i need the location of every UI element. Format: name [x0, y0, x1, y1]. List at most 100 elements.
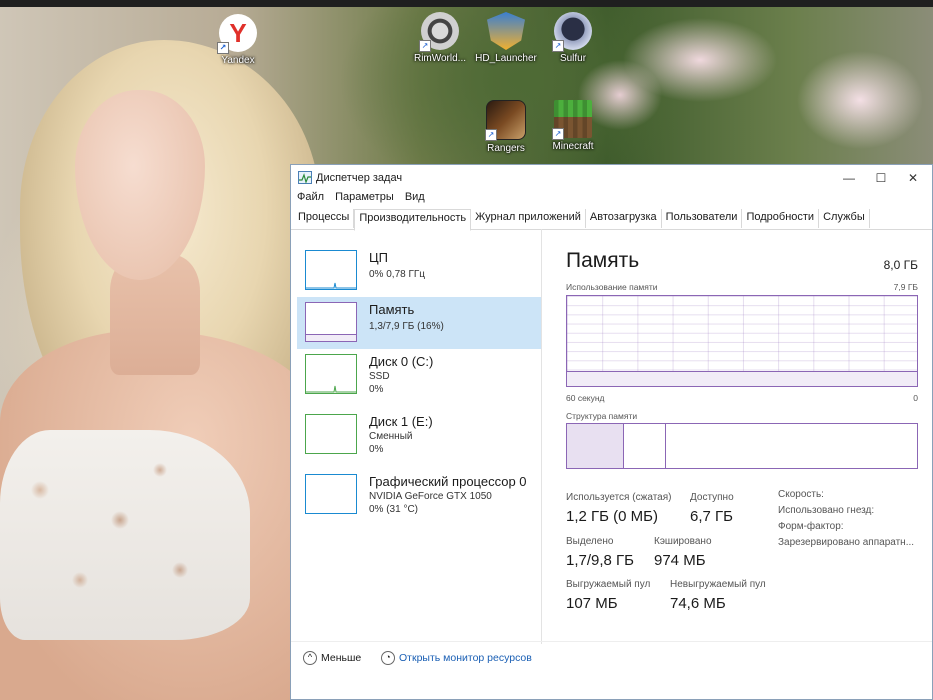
slots-used-label: Использовано гнезд: [778, 505, 875, 516]
available-label: Доступно [690, 492, 734, 503]
footer-bar: ^ Меньше ◔ Открыть монитор ресурсов [291, 641, 932, 672]
resource-item-disk-0[interactable]: Диск 0 (C:) SSD 0% [297, 349, 541, 401]
maximize-button[interactable]: ☐ [866, 167, 896, 189]
menu-options[interactable]: Параметры [335, 191, 394, 203]
chevron-up-icon: ^ [303, 651, 317, 665]
committed-value: 1,7/9,8 ГБ [566, 552, 635, 569]
desktop-icon-label: Minecraft [552, 141, 594, 152]
disk0-thumbnail-graph [305, 354, 357, 394]
desktop-icon-label: Rangers [487, 143, 525, 154]
desktop-icon-sulfur[interactable]: ↗ Sulfur [538, 12, 608, 64]
resource-model: NVIDIA GeForce GTX 1050 [369, 491, 492, 502]
paged-pool-value: 107 МБ [566, 595, 618, 612]
yandex-icon: Y ↗ [217, 14, 257, 54]
tab-users[interactable]: Пользователи [662, 209, 743, 228]
resource-detail: 1,3/7,9 ГБ (16%) [369, 321, 444, 332]
memory-total: 8,0 ГБ [883, 258, 918, 272]
graph-axis-zero: 0 [913, 393, 918, 403]
resource-usage: 0% [369, 444, 384, 455]
resource-monitor-icon: ◔ [381, 651, 395, 665]
nonpaged-pool-value: 74,6 МБ [670, 595, 726, 612]
memory-usage-graph [566, 295, 918, 387]
desktop-icon-label: Yandex [221, 55, 255, 66]
tab-performance[interactable]: Производительность [354, 209, 472, 231]
memory-usage-fill [567, 370, 917, 386]
desktop-icon-hd-launcher[interactable]: HD_Launcher [471, 12, 541, 64]
committed-label: Выделено [566, 536, 614, 547]
tab-app-history[interactable]: Журнал приложений [471, 209, 586, 228]
resource-list: ЦП 0% 0,78 ГГц Память 1,3/7,9 ГБ (16%) Д… [291, 229, 541, 649]
resource-type: SSD [369, 371, 390, 382]
rimworld-icon: ↗ [419, 12, 459, 52]
desktop-icon-label: RimWorld... [413, 53, 467, 64]
tab-startup[interactable]: Автозагрузка [586, 209, 662, 228]
screen-bezel [0, 0, 933, 7]
composition-modified [567, 424, 666, 468]
tab-bar: Процессы Производительность Журнал прило… [291, 209, 932, 231]
wallpaper-dress [0, 430, 250, 640]
in-use-value: 1,2 ГБ (0 МБ) [566, 508, 658, 525]
disk1-thumbnail-graph [305, 414, 357, 454]
menu-view[interactable]: Вид [405, 191, 425, 203]
memory-detail-panel: Память 8,0 ГБ Использование памяти 7,9 Г… [566, 229, 926, 649]
minimize-button[interactable]: — [834, 167, 864, 189]
resource-type: Сменный [369, 431, 413, 442]
desktop-icon-label: Sulfur [559, 53, 587, 64]
desktop-icon-rangers[interactable]: ↗ Rangers [471, 100, 541, 154]
resource-name: ЦП [369, 250, 388, 265]
desktop-icon-label: HD_Launcher [475, 53, 537, 64]
resource-name: Диск 0 (C:) [369, 354, 434, 369]
fewer-details-label: Меньше [321, 651, 362, 664]
resource-item-gpu[interactable]: Графический процессор 0 NVIDIA GeForce G… [297, 469, 541, 521]
memory-composition-bar [566, 423, 918, 469]
resource-item-memory[interactable]: Память 1,3/7,9 ГБ (16%) [297, 297, 541, 349]
resource-name: Графический процессор 0 [369, 474, 527, 489]
minecraft-icon: ↗ [552, 100, 592, 140]
resource-item-disk-1[interactable]: Диск 1 (E:) Сменный 0% [297, 409, 541, 461]
form-factor-label: Форм-фактор: [778, 521, 844, 532]
disk0-sparkline [306, 385, 356, 393]
menu-bar: Файл Параметры Вид [291, 191, 932, 209]
cpu-sparkline [306, 282, 356, 289]
tab-details[interactable]: Подробности [742, 209, 820, 228]
resource-name: Диск 1 (E:) [369, 414, 433, 429]
desktop-icon-yandex[interactable]: Y ↗ Yandex [203, 14, 273, 66]
speed-label: Скорость: [778, 489, 824, 500]
cached-value: 974 МБ [654, 552, 706, 569]
nonpaged-pool-label: Невыгружаемый пул [670, 579, 766, 590]
page-title: Память [566, 249, 640, 272]
title-bar[interactable]: Диспетчер задач — ☐ ✕ [291, 165, 932, 191]
hardware-reserved-label: Зарезервировано аппаратн... [778, 537, 915, 548]
usage-graph-label: Использование памяти [566, 282, 658, 292]
panel-divider [541, 229, 542, 644]
resource-monitor-label: Открыть монитор ресурсов [399, 651, 532, 664]
graph-axis-time: 60 секунд [566, 393, 605, 403]
paged-pool-label: Выгружаемый пул [566, 579, 651, 590]
tab-processes[interactable]: Процессы [294, 209, 355, 228]
sulfur-icon: ↗ [552, 12, 592, 52]
resource-usage: 0% (31 °C) [369, 504, 419, 515]
resource-item-cpu[interactable]: ЦП 0% 0,78 ГГц [297, 245, 541, 297]
cpu-thumbnail-graph [305, 250, 357, 290]
close-button[interactable]: ✕ [898, 167, 928, 189]
fewer-details-button[interactable]: ^ Меньше [303, 651, 361, 665]
menu-file[interactable]: Файл [297, 191, 324, 203]
rangers-icon: ↗ [485, 100, 526, 141]
cached-label: Кэшировано [654, 536, 712, 547]
task-manager-window: Диспетчер задач — ☐ ✕ Файл Параметры Вид… [290, 164, 933, 700]
resource-detail: 0% 0,78 ГГц [369, 269, 426, 280]
tab-services[interactable]: Службы [819, 209, 870, 228]
desktop-icon-minecraft[interactable]: ↗ Minecraft [538, 100, 608, 152]
desktop-icon-rimworld[interactable]: ↗ RimWorld... [405, 12, 475, 64]
in-use-label: Используется (сжатая) [566, 492, 672, 503]
open-resource-monitor-link[interactable]: ◔ Открыть монитор ресурсов [381, 651, 532, 665]
hd-launcher-icon [487, 12, 525, 50]
memory-thumbnail-graph [305, 302, 357, 342]
resource-name: Память [369, 302, 415, 317]
available-value: 6,7 ГБ [690, 508, 733, 525]
task-manager-icon [298, 171, 312, 184]
composition-label: Структура памяти [566, 411, 638, 421]
usage-graph-max: 7,9 ГБ [893, 282, 918, 292]
window-title: Диспетчер задач [316, 172, 403, 184]
gpu-thumbnail-graph [305, 474, 357, 514]
